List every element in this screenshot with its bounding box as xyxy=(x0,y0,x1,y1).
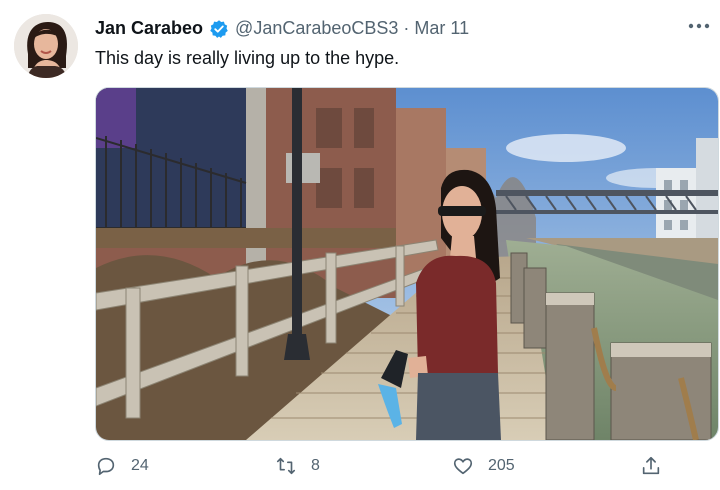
verified-badge-icon xyxy=(209,19,229,39)
author-avatar[interactable] xyxy=(14,14,78,78)
tweet-actions: 24 8 205 xyxy=(95,455,715,481)
like-button[interactable]: 205 xyxy=(452,455,515,477)
photo-image xyxy=(96,88,718,440)
reply-button[interactable]: 24 xyxy=(95,455,149,477)
tweet-header: Jan Carabeo @JanCarabeoCBS3 · Mar 11 xyxy=(95,18,469,39)
share-button[interactable] xyxy=(640,455,676,477)
retweet-icon xyxy=(276,457,296,475)
author-handle[interactable]: @JanCarabeoCBS3 xyxy=(235,18,398,39)
like-count: 205 xyxy=(488,457,515,474)
more-options-button[interactable] xyxy=(686,16,712,42)
separator-dot: · xyxy=(403,18,410,38)
tweet-date[interactable]: Mar 11 xyxy=(414,18,469,39)
reply-icon xyxy=(97,457,115,476)
reply-count: 24 xyxy=(131,457,149,474)
retweet-count: 8 xyxy=(311,457,320,474)
retweet-button[interactable]: 8 xyxy=(275,455,320,477)
author-name[interactable]: Jan Carabeo xyxy=(95,18,203,39)
avatar-image xyxy=(14,14,78,78)
more-horizontal-icon xyxy=(688,23,710,29)
tweet-photo[interactable] xyxy=(95,87,719,441)
share-icon xyxy=(642,456,660,475)
heart-icon xyxy=(453,458,473,475)
tweet-text: This day is really living up to the hype… xyxy=(95,48,400,68)
